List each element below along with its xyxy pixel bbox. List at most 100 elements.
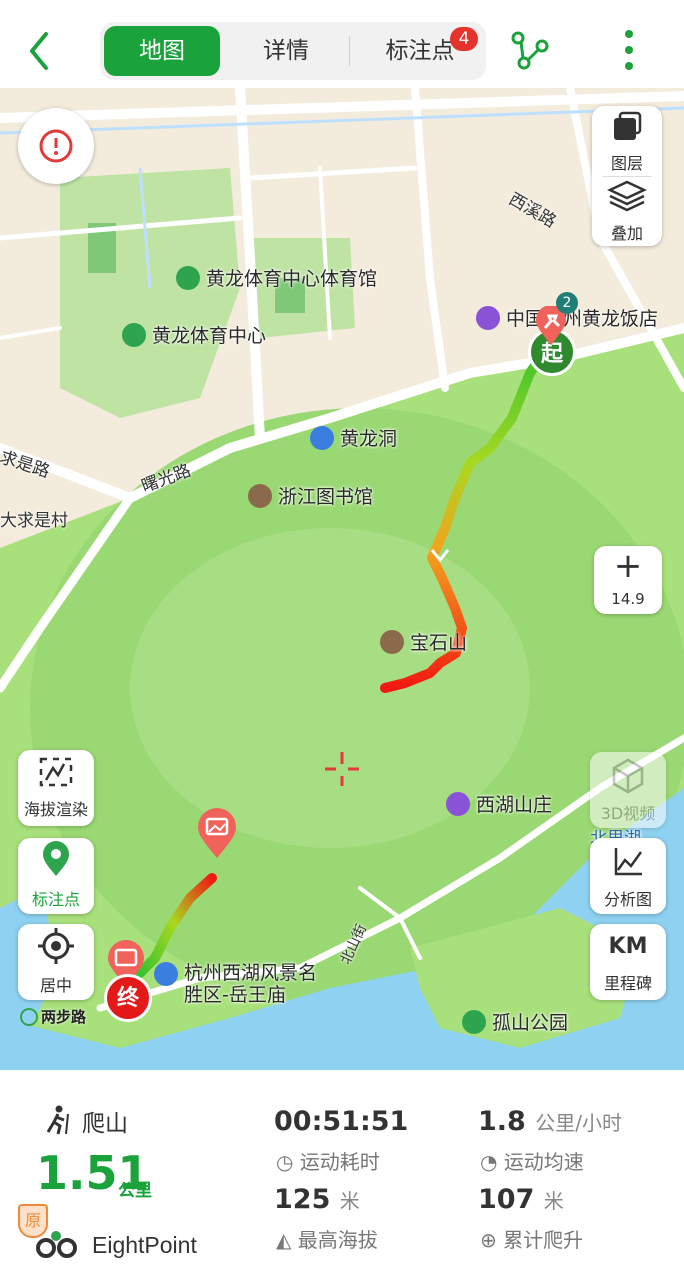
elevation-label: 海拔渲染 [23, 800, 88, 819]
speed-label-row: ◔ 运动均速 [480, 1146, 584, 1175]
poi-label: 中国…州黄龙饭店 [506, 308, 659, 330]
tab-segment: 地图 详情 标注点 4 [100, 22, 486, 80]
poi-gushan-park[interactable]: 孤山公园 [462, 1008, 568, 1035]
poi-library[interactable]: 浙江图书馆 [248, 482, 373, 509]
warning-button[interactable] [18, 108, 94, 184]
hotel-icon [446, 791, 470, 816]
video-3d-button[interactable]: 3D视频 [590, 752, 666, 828]
poi-huanglong-cave[interactable]: 黄龙洞 [310, 424, 397, 451]
distance-unit: 公里 [118, 1181, 152, 1201]
center-label: 居中 [39, 976, 72, 995]
zoom-level: 14.9 [611, 590, 645, 608]
layers-icon [614, 111, 642, 140]
max-altitude-value: 125 [274, 1184, 331, 1215]
layers-panel: 图层 叠加 [592, 106, 662, 246]
cube-icon [612, 758, 644, 794]
road-label-qiushi-village: 大求是村 [0, 511, 68, 531]
speed-value: 1.8 [478, 1106, 526, 1137]
brand-logo-icon [20, 1007, 38, 1026]
route-share-icon[interactable] [510, 30, 550, 70]
start-count-badge: 2 [556, 292, 578, 314]
poi-label: 孤山公园 [492, 1012, 569, 1034]
duration-label-row: ◷ 运动耗时 [276, 1146, 380, 1175]
poi-label: 浙江图书馆 [278, 486, 374, 508]
km-icon: KM [608, 934, 648, 959]
duration-value: 00:51:51 [274, 1106, 409, 1137]
climb-value: 107 [478, 1184, 535, 1215]
elevation-render-button[interactable]: 海拔渲染 [18, 750, 94, 826]
speed-row: 1.8 公里/小时 [478, 1106, 622, 1137]
map-view[interactable]: 黄龙体育中心体育馆 黄龙体育中心 中国…州黄龙饭店 黄龙洞 浙江图书馆 宝石山 … [0, 88, 684, 1070]
climb-up-icon: ⊕ [480, 1228, 497, 1252]
poi-sports-center[interactable]: 黄龙体育中心 [122, 321, 266, 348]
mountain-icon [380, 629, 404, 654]
stack-icon [607, 180, 647, 212]
locate-icon [38, 928, 74, 964]
poi-label: 西湖山庄 [476, 794, 553, 816]
elevation-icon [39, 757, 73, 787]
end-marker[interactable]: 终 [104, 974, 152, 1022]
layers-label: 图层 [610, 154, 643, 173]
altitude-icon: ◭ [276, 1228, 292, 1252]
speed-label: 运动均速 [503, 1150, 584, 1174]
top-bar: 地图 详情 标注点 4 [0, 0, 684, 96]
analysis-button[interactable]: 分析图 [590, 838, 666, 914]
stats-panel: 爬山 1.51 公里 原 EightPoint 00:51:51 ◷ 运动耗时 … [0, 1070, 684, 1280]
footprint-pin-icon [43, 841, 69, 876]
poi-baoshi-mountain[interactable]: 宝石山 [380, 628, 467, 655]
hiking-icon [42, 1104, 74, 1136]
author-name[interactable]: EightPoint [92, 1232, 197, 1259]
tab-divider [349, 36, 350, 66]
zoom-button[interactable]: + 14.9 [594, 546, 662, 614]
poi-label: 黄龙体育中心 [152, 325, 267, 347]
center-button[interactable]: 居中 [18, 924, 94, 1000]
stadium-icon [176, 265, 200, 290]
brand-watermark: 两步路 [20, 1006, 86, 1027]
markers-button[interactable]: 标注点 [18, 838, 94, 914]
library-icon [248, 483, 272, 508]
clock-icon: ◷ [276, 1150, 294, 1174]
park-icon [462, 1009, 486, 1034]
poi-sports-hall[interactable]: 黄龙体育中心体育馆 [176, 264, 377, 291]
markers-count-badge: 4 [450, 27, 478, 51]
milestone-button[interactable]: KM 里程碑 [590, 924, 666, 1000]
video-3d-label: 3D视频 [600, 804, 656, 823]
max-altitude-label: 最高海拔 [297, 1228, 378, 1252]
stadium-icon [122, 322, 146, 347]
poi-label: 黄龙体育中心体育馆 [206, 268, 378, 290]
climb-label: 累计爬升 [503, 1228, 584, 1252]
max-altitude-unit: 米 [339, 1189, 360, 1213]
overlay-button[interactable]: 叠加 [592, 176, 662, 246]
author-avatar-icon[interactable] [36, 1228, 80, 1262]
activity-type: 爬山 [82, 1111, 128, 1137]
warning-icon [39, 129, 73, 163]
max-altitude-row: 125 米 [274, 1184, 360, 1215]
poi-label: 宝石山 [410, 632, 468, 654]
climb-unit: 米 [543, 1189, 564, 1213]
poi-scenic-area[interactable]: 杭州西湖风景名胜区-岳王庙 [154, 962, 324, 1006]
tab-details[interactable]: 详情 [228, 26, 344, 76]
brand-label: 两步路 [41, 1008, 87, 1026]
overlay-label: 叠加 [610, 224, 643, 243]
milestone-label: 里程碑 [603, 974, 652, 993]
photo-marker-icon[interactable] [196, 808, 238, 860]
scenic-icon [154, 962, 178, 986]
duration-label: 运动耗时 [299, 1150, 380, 1174]
layers-button[interactable]: 图层 [592, 106, 662, 176]
speedometer-icon: ◔ [480, 1150, 498, 1174]
more-vertical-icon[interactable] [622, 28, 636, 72]
plus-icon: + [613, 546, 643, 586]
chart-icon [614, 848, 643, 876]
speed-unit: 公里/小时 [535, 1111, 622, 1135]
poi-label: 黄龙洞 [340, 428, 398, 450]
poi-xihu-villa[interactable]: 西湖山庄 [446, 790, 552, 817]
climb-label-row: ⊕ 累计爬升 [480, 1224, 583, 1253]
climb-row: 107 米 [478, 1184, 564, 1215]
analysis-label: 分析图 [603, 890, 652, 909]
hotel-icon [476, 305, 500, 330]
tab-map[interactable]: 地图 [104, 26, 220, 76]
poi-label: 杭州西湖风景名胜区-岳王庙 [184, 962, 318, 1006]
back-arrow-icon[interactable] [22, 26, 62, 76]
max-altitude-label-row: ◭ 最高海拔 [276, 1224, 378, 1253]
scenic-icon [310, 425, 334, 450]
